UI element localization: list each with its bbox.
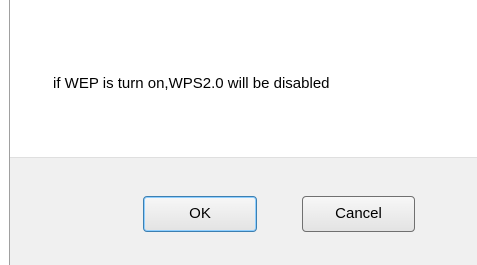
confirm-dialog: if WEP is turn on,WPS2.0 will be disable… xyxy=(9,0,477,265)
ok-button[interactable]: OK xyxy=(143,196,257,232)
dialog-content: if WEP is turn on,WPS2.0 will be disable… xyxy=(10,0,477,157)
cancel-button[interactable]: Cancel xyxy=(302,196,415,232)
dialog-button-bar: OK Cancel xyxy=(10,157,477,265)
dialog-message: if WEP is turn on,WPS2.0 will be disable… xyxy=(53,75,330,92)
